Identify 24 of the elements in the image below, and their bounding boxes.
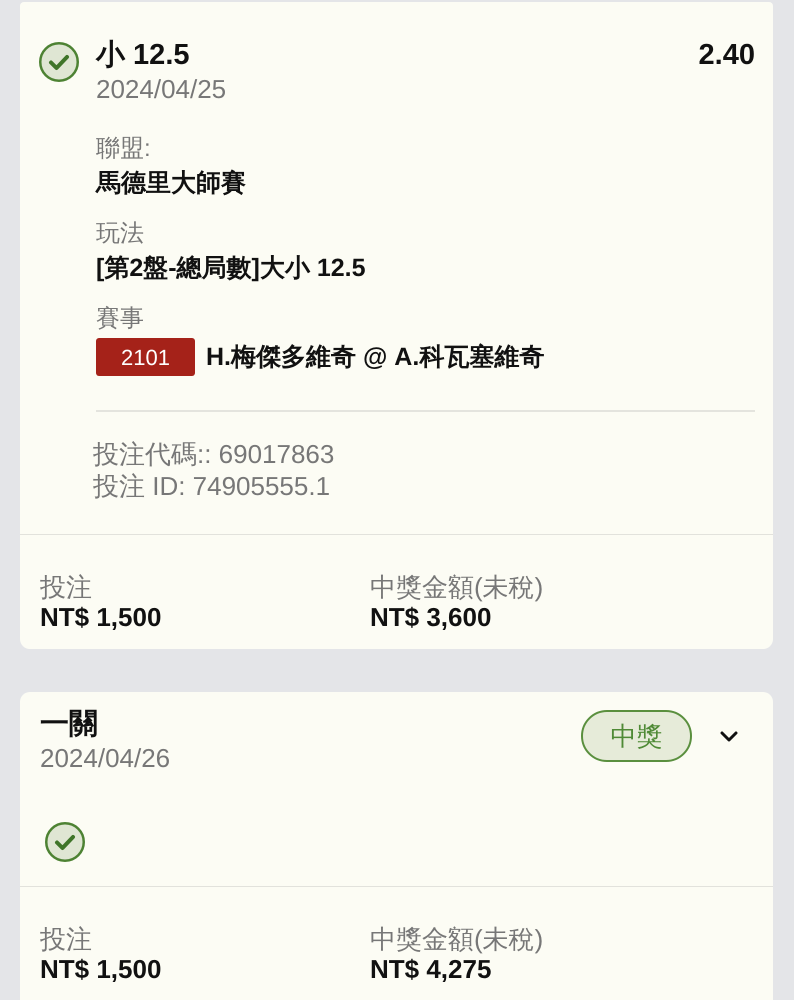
- detail-value: 馬德里大師賽: [96, 168, 246, 199]
- stake-amount: NT$ 1,500: [40, 954, 162, 984]
- detail-label: 賽事: [96, 304, 144, 334]
- detail-label: 聯盟:: [96, 134, 151, 164]
- payout-amount: NT$ 4,275: [370, 954, 492, 984]
- detail-label: 玩法: [96, 219, 144, 249]
- payout-label: 中獎金額(未稅): [370, 924, 544, 954]
- status-pill: 中獎: [581, 710, 692, 762]
- payout-label: 中獎金額(未稅): [370, 572, 544, 602]
- bet-date: 2024/04/25: [96, 73, 226, 106]
- stake-label: 投注: [40, 924, 92, 954]
- payout-amount: NT$ 3,600: [370, 602, 492, 632]
- chevron-down-icon[interactable]: [720, 730, 738, 742]
- detail-value: [第2盤-總局數]大小 12.5: [96, 253, 366, 284]
- bet-id: 投注 ID: 74905555.1: [93, 470, 330, 502]
- bet-date: 2024/04/26: [40, 742, 170, 775]
- match-teams: H.梅傑多維奇 @ A.科瓦塞維奇: [206, 342, 544, 373]
- bet-type-title: 一關: [40, 707, 98, 741]
- bet-code: 投注代碼:: 69017863: [93, 438, 334, 470]
- match-code-badge: 2101: [96, 338, 195, 376]
- odds-value: 2.40: [698, 38, 755, 72]
- selection-title: 小 12.5: [96, 38, 190, 72]
- stake-label: 投注: [40, 572, 92, 602]
- stake-amount: NT$ 1,500: [40, 602, 162, 632]
